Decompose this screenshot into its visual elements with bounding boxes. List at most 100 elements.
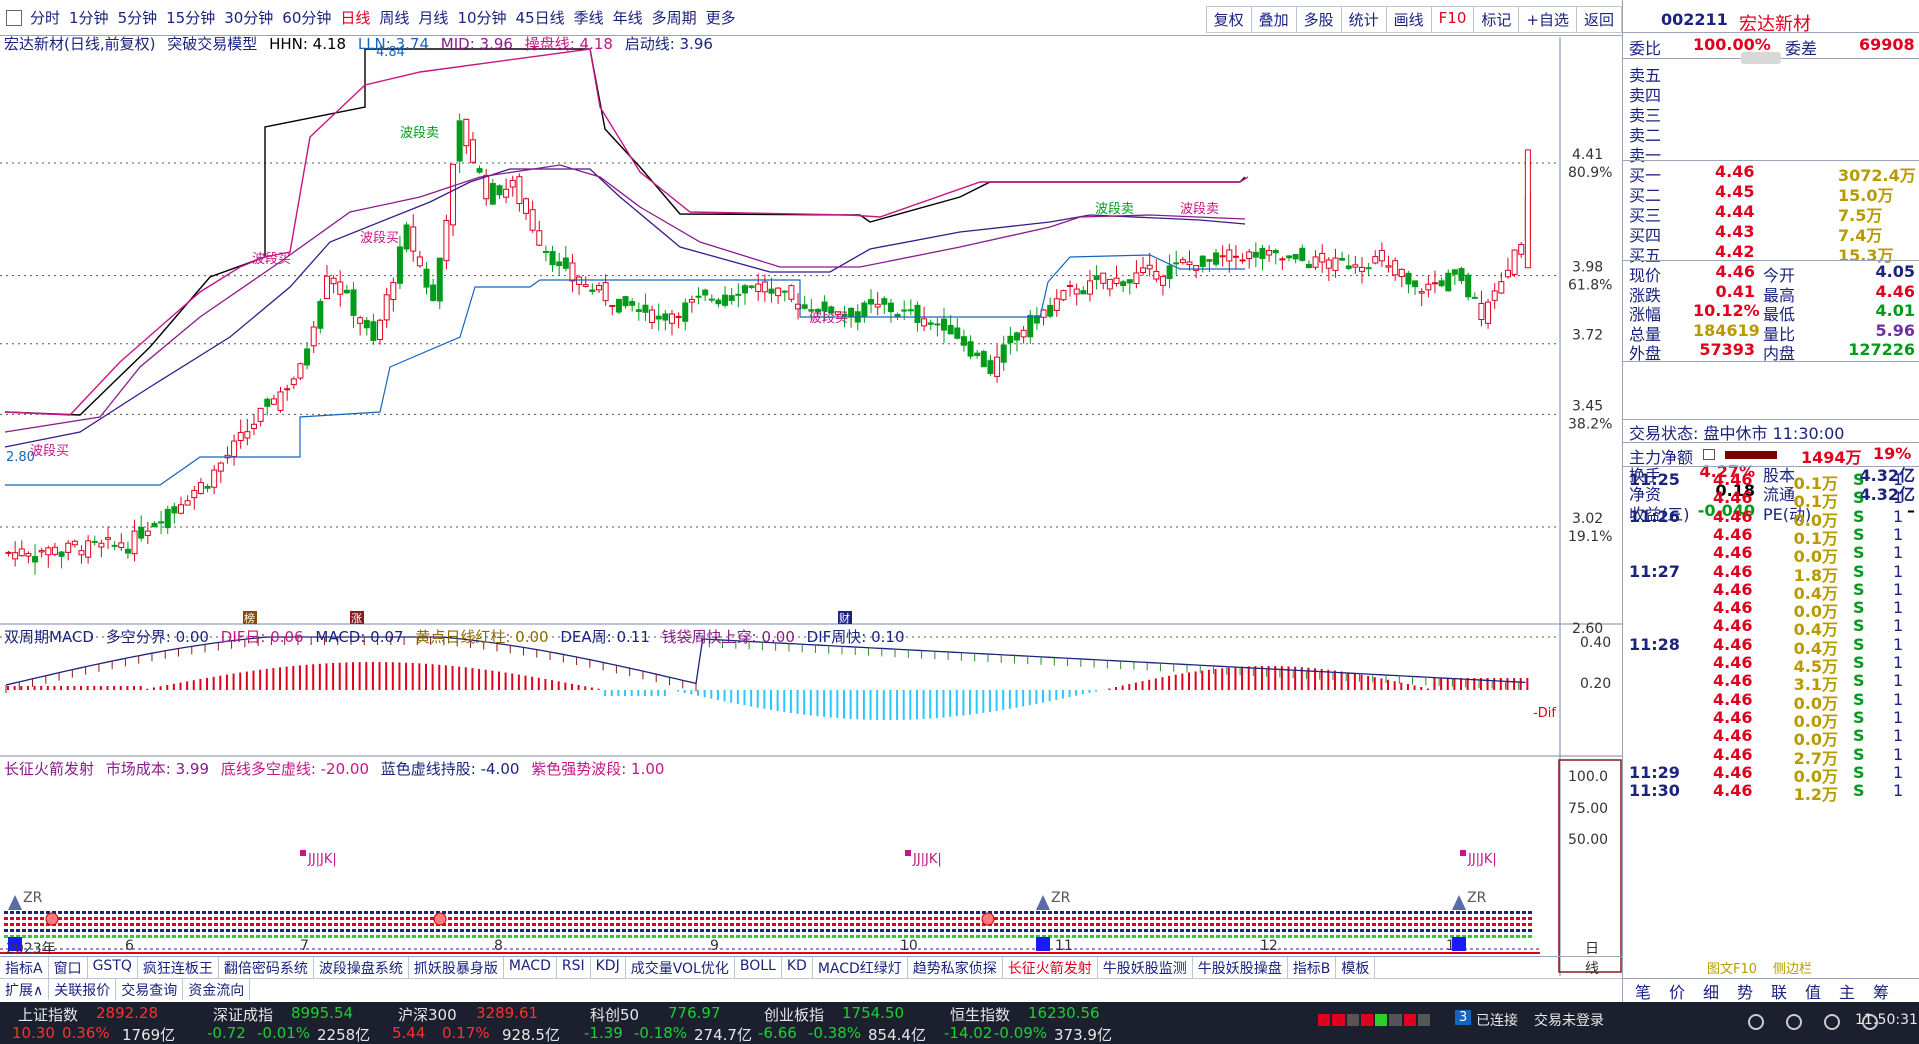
ext-tab-2[interactable]: 交易查询 xyxy=(116,979,184,1000)
toolbar-button-2[interactable]: 多股 xyxy=(1295,6,1342,33)
indicator-tab-18[interactable]: 指标B xyxy=(1288,957,1337,978)
macd-d: 黄点日线红柱: 0.00 xyxy=(415,628,549,646)
market-mini-bar xyxy=(1318,1014,1430,1026)
y-tick-2: 3.72 xyxy=(1572,328,1603,344)
rocket-jj-0-mark xyxy=(300,850,306,856)
indicator-tab-1[interactable]: 窗口 xyxy=(49,957,88,978)
tick-price-1: 4.46 xyxy=(1713,488,1753,508)
x-label-6: 11 xyxy=(1055,938,1073,954)
period-tab-14[interactable]: 更多 xyxy=(706,9,736,27)
period-tab-3[interactable]: 15分钟 xyxy=(166,9,215,27)
period-tab-1[interactable]: 1分钟 xyxy=(69,9,109,27)
indicator-tab-17[interactable]: 牛股妖股操盘 xyxy=(1193,957,1288,978)
y-pct-3: 38.2% xyxy=(1568,416,1612,432)
phone-icon[interactable] xyxy=(1786,1014,1802,1030)
index-pct-0: 0.36% xyxy=(62,1024,110,1042)
indicator-tab-16[interactable]: 牛股妖股监测 xyxy=(1098,957,1193,978)
candle xyxy=(297,362,304,381)
tick-price-9: 4.46 xyxy=(1713,634,1753,654)
tick-price-5: 4.46 xyxy=(1713,561,1753,581)
user-icon[interactable] xyxy=(1824,1014,1840,1030)
f10-row: 图文F10 侧边栏 xyxy=(1623,958,1919,981)
stat-val2-2: 4.01 xyxy=(1875,301,1915,320)
last-candle xyxy=(1524,149,1531,269)
bottom-tab-3[interactable]: 势 xyxy=(1737,979,1753,1003)
indicator-tab-13[interactable]: MACD红绿灯 xyxy=(813,957,908,978)
toolbar-button-6[interactable]: 标记 xyxy=(1473,6,1520,33)
ext-tab-1[interactable]: 关联报价 xyxy=(49,979,117,1000)
bottom-tab-1[interactable]: 价 xyxy=(1669,979,1685,1003)
toolbar-button-4[interactable]: 画线 xyxy=(1385,6,1432,33)
zr-1: ZR xyxy=(1051,890,1071,906)
chart-canvas[interactable]: 4.41 80.9% 3.98 61.8% 3.72 3.45 38.2% 3.02 19.1%… xyxy=(0,37,1622,976)
toolbar-button-1[interactable]: 叠加 xyxy=(1250,6,1297,33)
toolbar-button-0[interactable]: 复权 xyxy=(1205,6,1252,33)
toolbar-button-8[interactable]: 返回 xyxy=(1575,6,1622,33)
period-tab-9[interactable]: 10分钟 xyxy=(457,9,506,27)
period-tab-11[interactable]: 季线 xyxy=(574,9,604,27)
index-name-0: 上证指数 xyxy=(18,1006,79,1024)
indicator-tabs: 指标A 窗口 GSTQ 疯狂连板王 翻倍密码系统 波段操盘系统 抓妖股暴身版 MACD RSI K… xyxy=(0,956,1622,978)
mid-value: MID: 3.96 xyxy=(440,35,513,53)
period-tab-4[interactable]: 30分钟 xyxy=(224,9,273,27)
zl-label: 主力净额 xyxy=(1629,448,1694,467)
refresh-icon[interactable] xyxy=(1748,1014,1764,1030)
indicator-tab-4[interactable]: 翻倍密码系统 xyxy=(219,957,314,978)
indicator-tab-7[interactable]: MACD xyxy=(504,957,557,978)
indicator-tab-8[interactable]: RSI xyxy=(557,957,591,978)
macd-g: DIF周快: 0.10 xyxy=(806,628,905,646)
period-tab-6[interactable]: 日线 xyxy=(340,9,370,27)
menu-icon[interactable] xyxy=(6,9,22,26)
marker-text-2: 财 xyxy=(839,611,850,625)
indicator-tab-14[interactable]: 趋势私家侦探 xyxy=(908,957,1003,978)
indicator-tab-6[interactable]: 抓妖股暴身版 xyxy=(409,957,504,978)
candle xyxy=(615,298,622,315)
stat-val-0: 4.46 xyxy=(1715,262,1755,281)
tick-price-11: 4.46 xyxy=(1713,671,1753,691)
annot-s1: 波段卖 xyxy=(400,126,439,141)
indicator-tab-2[interactable]: GSTQ xyxy=(88,957,138,978)
macd-b: DIF日: 0.06 xyxy=(220,628,304,646)
indicator-tab-19[interactable]: 模板 xyxy=(1336,957,1376,978)
bottom-tab-0[interactable]: 笔 xyxy=(1635,979,1651,1003)
indicator-tab-9[interactable]: KDJ xyxy=(591,957,626,978)
x-label-4: 9 xyxy=(710,938,719,954)
period-tab-12[interactable]: 年线 xyxy=(613,9,643,27)
annot-s3: 波段卖 xyxy=(1180,202,1219,217)
zl-chart-icon[interactable] xyxy=(1703,449,1715,460)
bottom-tab-7[interactable]: 筹 xyxy=(1873,979,1889,1003)
period-tab-8[interactable]: 月线 xyxy=(418,9,448,27)
toolbar-button-5[interactable]: F10 xyxy=(1430,6,1475,33)
ext-tab-3[interactable]: 资金流向 xyxy=(183,979,251,1000)
toolbar-button-3[interactable]: 统计 xyxy=(1340,6,1387,33)
indicator-tab-3[interactable]: 疯狂连板王 xyxy=(138,957,219,978)
bottom-tab-4[interactable]: 联 xyxy=(1771,979,1787,1003)
period-tab-0[interactable]: 分时 xyxy=(30,9,60,27)
kline-chart-area[interactable]: 4.41 80.9% 3.98 61.8% 3.72 3.45 38.2% 3.02 19.1%… xyxy=(0,37,1622,976)
indicator-tab-15[interactable]: 长征火箭发射 xyxy=(1003,957,1098,978)
toolbar-button-7[interactable]: +自选 xyxy=(1518,6,1577,33)
indicator-tab-10[interactable]: 成交量VOL优化 xyxy=(626,957,735,978)
lln-value: LLN: 3.74 xyxy=(357,35,429,53)
macd-f: 钱袋周快上穿: 0.00 xyxy=(661,628,795,646)
indicator-tab-0[interactable]: 指标A xyxy=(0,957,49,978)
bottom-tab-2[interactable]: 细 xyxy=(1703,979,1719,1003)
tick-n-9: 1 xyxy=(1893,634,1904,654)
sep-3 xyxy=(1623,260,1919,261)
period-tab-10[interactable]: 45日线 xyxy=(516,9,565,27)
indicator-tab-5[interactable]: 波段操盘系统 xyxy=(314,957,409,978)
period-tab-5[interactable]: 60分钟 xyxy=(282,9,331,27)
tick-n-13: 1 xyxy=(1893,707,1904,727)
period-tab-7[interactable]: 周线 xyxy=(379,9,409,27)
ext-tab-0[interactable]: 扩展∧ xyxy=(0,979,50,1000)
period-tab-2[interactable]: 5分钟 xyxy=(118,9,158,27)
index-name-4: 创业板指 xyxy=(764,1006,825,1024)
login-status[interactable]: 交易未登录 xyxy=(1534,1010,1604,1030)
indicator-tab-12[interactable]: KD xyxy=(782,957,813,978)
app-root: 分时 1分钟 5分钟 15分钟 30分钟 60分钟 日线 周线 月线 10分钟 45日线 季线 年线 多周… xyxy=(0,0,1919,1044)
period-tab-13[interactable]: 多周期 xyxy=(652,9,697,27)
bottom-tab-5[interactable]: 值 xyxy=(1805,979,1821,1003)
bottom-tab-6[interactable]: 主 xyxy=(1839,979,1855,1003)
indicator-tab-11[interactable]: BOLL xyxy=(735,957,782,978)
weicha-value: 69908 xyxy=(1859,35,1915,54)
